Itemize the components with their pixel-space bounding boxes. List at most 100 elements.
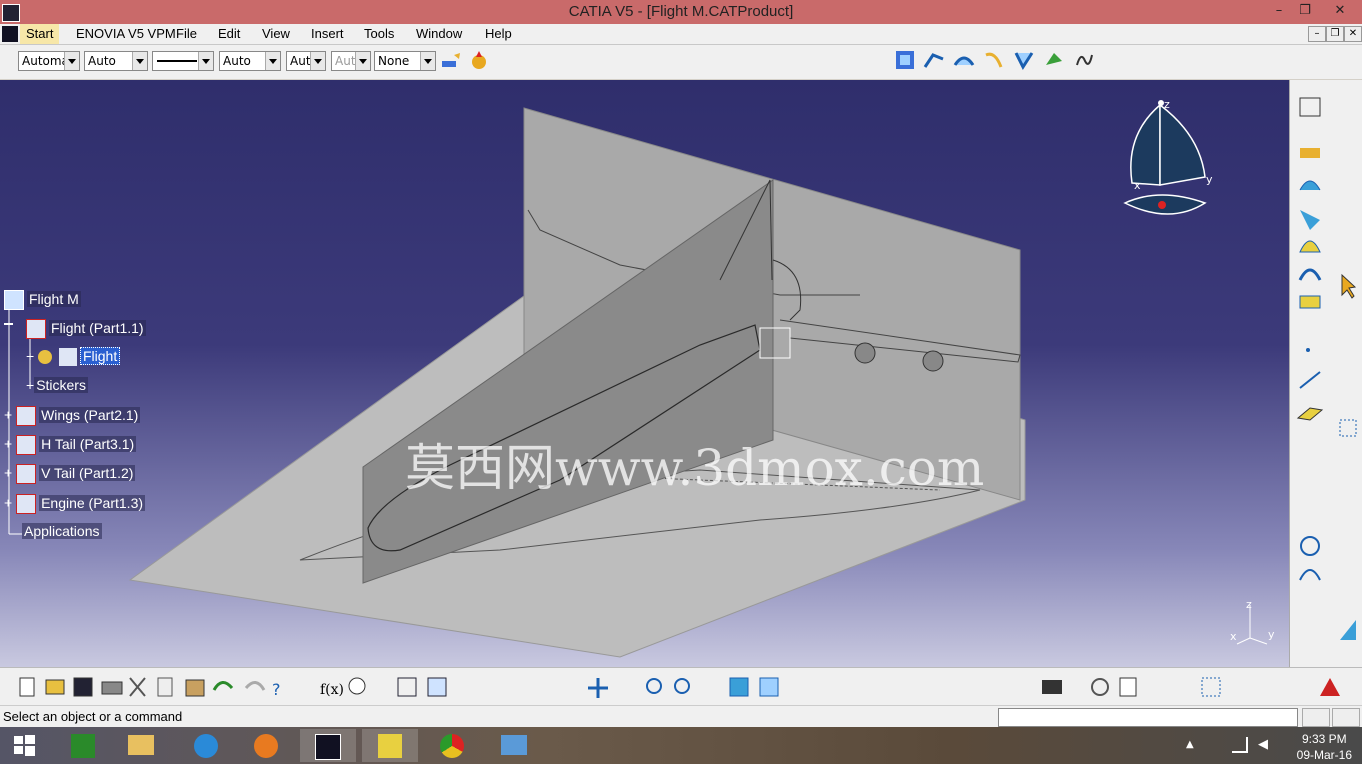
axis-x-label: x bbox=[1230, 630, 1237, 643]
layer-combo[interactable]: None bbox=[374, 51, 436, 71]
chevron-down-icon bbox=[310, 52, 325, 70]
windows-start-icon[interactable] bbox=[4, 727, 44, 764]
menu-edit[interactable]: Edit bbox=[218, 26, 240, 41]
doc-minimize-button[interactable]: – bbox=[1308, 26, 1326, 42]
tree-node-flight-part[interactable]: Flight (Part1.1) bbox=[26, 319, 146, 339]
rotate-icon bbox=[1091, 678, 1109, 696]
clock-time: 9:33 PM bbox=[1301, 732, 1347, 746]
expand-icon[interactable]: + bbox=[26, 377, 34, 393]
expand-icon[interactable]: + bbox=[4, 407, 12, 423]
command-button-1[interactable] bbox=[1302, 708, 1330, 727]
tree-node-h-tail[interactable]: + H Tail (Part3.1) bbox=[4, 435, 137, 455]
sweep-icon[interactable] bbox=[1013, 49, 1035, 71]
tree-expand-icon[interactable] bbox=[923, 49, 945, 71]
undo-icon bbox=[212, 681, 234, 691]
surface-icon[interactable] bbox=[953, 49, 975, 71]
expand-icon[interactable]: + bbox=[26, 348, 34, 364]
tree-node-engine[interactable]: + Engine (Part1.3) bbox=[4, 494, 146, 514]
taskbar-camtasia[interactable] bbox=[55, 729, 111, 762]
taskbar-photos[interactable] bbox=[486, 729, 542, 762]
part-icon bbox=[16, 464, 37, 484]
volume-icon[interactable]: ◀ bbox=[1258, 737, 1268, 752]
taskbar: ▲ ◀ 9:33 PM 09-Mar-16 bbox=[0, 727, 1362, 764]
fit-all-in-icon[interactable] bbox=[894, 49, 916, 71]
expand-icon[interactable]: + bbox=[4, 436, 12, 452]
expand-icon[interactable]: + bbox=[4, 495, 12, 511]
command-button-2[interactable] bbox=[1332, 708, 1360, 727]
airplane-model[interactable] bbox=[0, 80, 1289, 667]
taskbar-catia[interactable] bbox=[300, 729, 356, 762]
taskbar-explorer[interactable] bbox=[113, 729, 169, 762]
compass-widget[interactable] bbox=[1120, 95, 1210, 225]
iso-view-icon bbox=[729, 677, 749, 697]
compass-y-label: y bbox=[1206, 173, 1213, 186]
taskbar-media[interactable] bbox=[362, 729, 418, 762]
spline-icon bbox=[1299, 569, 1321, 581]
fill-icon[interactable] bbox=[1043, 49, 1065, 71]
window-title: CATIA V5 - [Flight M.CATProduct] bbox=[568, 3, 794, 20]
linetype-combo[interactable] bbox=[152, 51, 214, 71]
thickness-combo[interactable]: Auto bbox=[219, 51, 281, 71]
network-icon[interactable] bbox=[1232, 737, 1248, 753]
watermark-text: 莫西网www.3dmox.com bbox=[405, 439, 985, 497]
tray-arrow-icon[interactable]: ▲ bbox=[1186, 739, 1194, 750]
tree-node-v-tail[interactable]: + V Tail (Part1.2) bbox=[4, 464, 136, 484]
formula-icon: f(x) bbox=[320, 682, 344, 698]
circle-icon bbox=[1300, 536, 1320, 556]
part-icon bbox=[16, 435, 37, 455]
compass-z-label: z bbox=[1164, 98, 1170, 111]
catia-logo-icon bbox=[1320, 678, 1340, 696]
transparency-combo[interactable]: Auto bbox=[84, 51, 148, 71]
taskbar-ie[interactable] bbox=[178, 729, 234, 762]
point-tool-icon bbox=[1306, 348, 1310, 352]
menu-enovia[interactable]: ENOVIA V5 VPM bbox=[76, 26, 176, 41]
tree-node-applications[interactable]: Applications bbox=[22, 523, 102, 539]
grid-icon bbox=[1201, 677, 1221, 697]
tree-node-flight-body[interactable]: + Flight bbox=[26, 347, 121, 367]
format-painter-icon[interactable] bbox=[440, 51, 462, 73]
doc-restore-button[interactable]: ❐ bbox=[1326, 26, 1344, 42]
doc-close-button[interactable]: ✕ bbox=[1344, 26, 1362, 42]
curve-icon[interactable] bbox=[983, 49, 1005, 71]
maximize-button[interactable]: ❐ bbox=[1290, 0, 1320, 22]
line-icon bbox=[1299, 371, 1321, 389]
graphic-properties-icon[interactable] bbox=[468, 49, 490, 71]
taskbar-chrome[interactable] bbox=[424, 729, 480, 762]
open-icon bbox=[45, 679, 65, 695]
menu-tools[interactable]: Tools bbox=[364, 26, 394, 41]
taskbar-firefox[interactable] bbox=[238, 729, 294, 762]
menu-start[interactable]: Start bbox=[20, 24, 60, 44]
compass-x-label: x bbox=[1134, 179, 1141, 192]
sweep-surface-icon bbox=[1298, 268, 1322, 281]
menu-insert[interactable]: Insert bbox=[311, 26, 344, 41]
tree-node-wings[interactable]: + Wings (Part2.1) bbox=[4, 406, 141, 426]
command-input[interactable] bbox=[998, 708, 1298, 727]
tree-node-flight-m[interactable]: Flight M bbox=[4, 290, 81, 310]
close-button[interactable]: ✕ bbox=[1325, 0, 1355, 22]
paste-icon bbox=[185, 679, 205, 697]
menu-file[interactable]: File bbox=[176, 26, 197, 41]
render-style-combo: Aut bbox=[331, 51, 371, 71]
catalog-icon bbox=[427, 677, 447, 697]
expand-icon[interactable]: + bbox=[4, 465, 12, 481]
collapse-icon[interactable] bbox=[4, 323, 13, 334]
color-combo[interactable]: Automa bbox=[18, 51, 80, 71]
right-toolbar bbox=[1289, 80, 1362, 667]
connect-curve-icon[interactable] bbox=[1073, 49, 1095, 71]
point-icon bbox=[1300, 148, 1320, 158]
catia-doc-icon[interactable] bbox=[2, 26, 18, 42]
3d-viewport[interactable]: 莫西网www.3dmox.com z x y z x y Flight M Fl… bbox=[0, 80, 1289, 667]
select-arrow-icon bbox=[1341, 273, 1357, 299]
zoom-out-icon bbox=[674, 678, 690, 694]
measure-icon bbox=[1340, 620, 1356, 640]
part-icon bbox=[16, 494, 37, 514]
menu-help[interactable]: Help bbox=[485, 26, 512, 41]
tree-node-stickers[interactable]: + Stickers bbox=[26, 377, 88, 393]
point-symbol-combo[interactable]: Aut bbox=[286, 51, 326, 71]
taskbar-clock[interactable]: 9:33 PM 09-Mar-16 bbox=[1297, 731, 1352, 763]
menu-view[interactable]: View bbox=[262, 26, 290, 41]
pattern-icon bbox=[1339, 419, 1357, 437]
menu-window[interactable]: Window bbox=[416, 26, 462, 41]
bottom-toolbar: ? f(x) bbox=[0, 667, 1362, 706]
copy-icon bbox=[157, 677, 173, 697]
